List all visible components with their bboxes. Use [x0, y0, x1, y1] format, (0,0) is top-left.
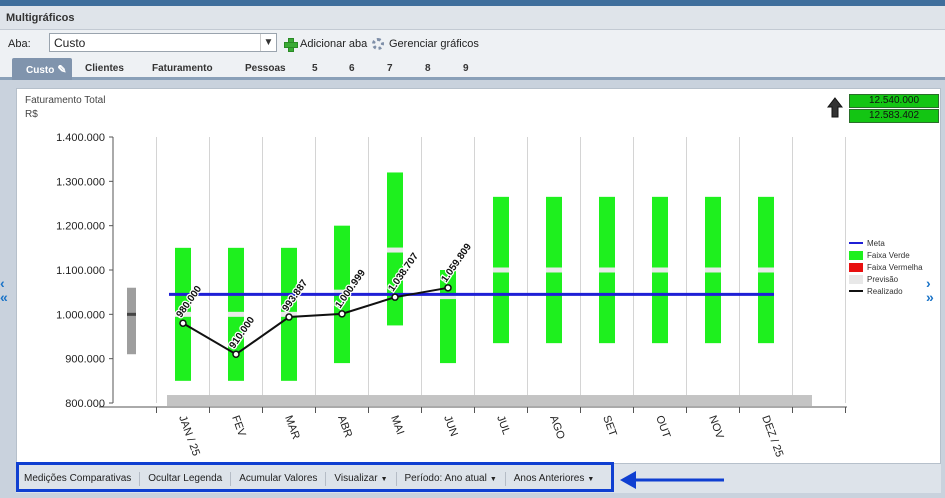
realizado-label-5: 1.059.809	[439, 241, 474, 284]
nav-prev-icon[interactable]: ‹ «	[0, 276, 14, 304]
y-tick-label: 1.400.000	[56, 132, 105, 144]
forecast-mark-6	[493, 267, 509, 273]
title-bar: Multigráficos	[0, 6, 945, 30]
chart-svg: 1.400.000 1.300.000 1.200.000 1.100.000 1.00…	[56, 132, 847, 459]
nav-next-icon[interactable]: ›»	[926, 276, 940, 304]
y-tick-label: 800.000	[65, 398, 105, 410]
x-tick-label-10: NOV	[706, 414, 726, 441]
tab-clientes[interactable]: Clientes	[85, 63, 124, 74]
x-tick-label-1: FEV	[229, 414, 248, 439]
forecast-mark-8	[599, 267, 615, 273]
add-tab-label: Adicionar aba	[300, 38, 368, 50]
x-tick-label-8: SET	[600, 414, 619, 438]
legend-label: Realizado	[867, 286, 903, 296]
chart-panel: 1.400.000 1.300.000 1.200.000 1.100.000 1.00…	[16, 88, 941, 493]
pencil-icon[interactable]: ✎	[57, 63, 66, 76]
tab-faturamento[interactable]: Faturamento	[152, 63, 213, 74]
tab-5[interactable]: 5	[312, 63, 318, 74]
baseline-strip	[167, 395, 812, 406]
x-tick-label-5: JUN	[441, 414, 460, 438]
add-tab-button[interactable]: Adicionar aba	[284, 36, 367, 52]
realizado-point-2	[285, 313, 293, 321]
tab-9[interactable]: 9	[463, 63, 469, 74]
forecast-mark-7	[546, 267, 562, 273]
aba-select-value: Custo	[54, 36, 86, 50]
legend-swatch	[849, 242, 863, 244]
forecast-mark-1	[228, 311, 244, 317]
y-tick-label: 900.000	[65, 354, 105, 366]
aba-select[interactable]: Custo ▼	[49, 33, 277, 52]
chart-legend[interactable]: Meta Faixa Verde Faixa Vermelha Previsão Rea…	[849, 237, 923, 297]
chevron-down-icon[interactable]: ▼	[260, 34, 276, 51]
realizado-point-3	[338, 310, 346, 318]
legend-swatch	[849, 250, 863, 260]
realizado-point-1	[232, 350, 240, 358]
legend-swatch	[849, 262, 863, 272]
y-tick-label: 1.000.000	[56, 309, 105, 321]
chart-unit: R$	[25, 109, 38, 120]
total-previsao: 12.583.402	[849, 109, 939, 123]
window-title: Multigráficos	[6, 12, 75, 24]
forecast-mark-4	[387, 247, 403, 253]
previous-year-mid	[127, 312, 136, 316]
forecast-mark-11	[758, 267, 774, 273]
totals-box: 12.540.000 12.583.402	[849, 94, 939, 124]
y-tick-label: 1.100.000	[56, 265, 105, 277]
plus-icon	[284, 38, 298, 52]
x-tick-label-4: MAI	[388, 414, 406, 436]
x-tick-label-0: JAN / 25	[176, 414, 202, 458]
y-tick-label: 1.200.000	[56, 221, 105, 233]
chart-title: Faturamento Total	[25, 95, 106, 106]
manage-charts-label: Gerenciar gráficos	[389, 38, 479, 50]
y-tick-label: 1.300.000	[56, 176, 105, 188]
legend-label: Faixa Vermelha	[867, 262, 923, 272]
tab-pessoas[interactable]: Pessoas	[245, 63, 286, 74]
legend-swatch	[849, 290, 863, 292]
legend-item-1[interactable]: Faixa Verde	[849, 249, 923, 261]
tab-custo[interactable]: Custo ✎	[12, 58, 72, 80]
legend-swatch	[849, 274, 863, 284]
arrow-up-icon	[826, 97, 844, 119]
x-tick-label-3: ABR	[335, 414, 354, 439]
multigraficos-window: Multigráficos Aba: Custo ▼ Adicionar aba…	[0, 0, 945, 498]
previous-year-box	[127, 287, 136, 355]
tab-8[interactable]: 8	[425, 63, 431, 74]
legend-label: Faixa Verde	[867, 250, 910, 260]
x-tick-label-7: AGO	[547, 414, 567, 441]
legend-item-2[interactable]: Faixa Vermelha	[849, 261, 923, 273]
total-meta: 12.540.000	[849, 94, 939, 108]
realizado-point-0	[179, 319, 187, 327]
annotation-highlight-box	[16, 462, 614, 492]
aba-label: Aba:	[8, 38, 31, 50]
aba-row: Aba: Custo ▼ Adicionar aba Gerenciar grá…	[0, 30, 945, 56]
forecast-mark-9	[652, 267, 668, 273]
legend-item-3[interactable]: Previsão	[849, 273, 923, 285]
tab-7[interactable]: 7	[387, 63, 393, 74]
forecast-mark-10	[705, 267, 721, 273]
tab-bar: Custo ✎ Clientes Faturamento Pessoas 5 6 …	[0, 56, 945, 80]
x-tick-label-11: DEZ / 25	[759, 414, 785, 459]
tab-label: Custo	[26, 65, 55, 76]
annotation-arrow-icon	[620, 471, 724, 489]
x-tick-label-2: MAR	[282, 414, 302, 441]
realizado-point-5	[444, 284, 452, 292]
gear-icon	[372, 38, 384, 50]
legend-label: Previsão	[867, 274, 899, 284]
legend-item-4[interactable]: Realizado	[849, 285, 923, 297]
legend-label: Meta	[867, 238, 885, 248]
legend-item-0[interactable]: Meta	[849, 237, 923, 249]
tab-6[interactable]: 6	[349, 63, 355, 74]
x-tick-label-6: JUL	[494, 414, 512, 436]
realizado-point-4	[391, 293, 399, 301]
x-tick-label-9: OUT	[653, 414, 672, 440]
manage-charts-button[interactable]: Gerenciar gráficos	[372, 36, 479, 52]
